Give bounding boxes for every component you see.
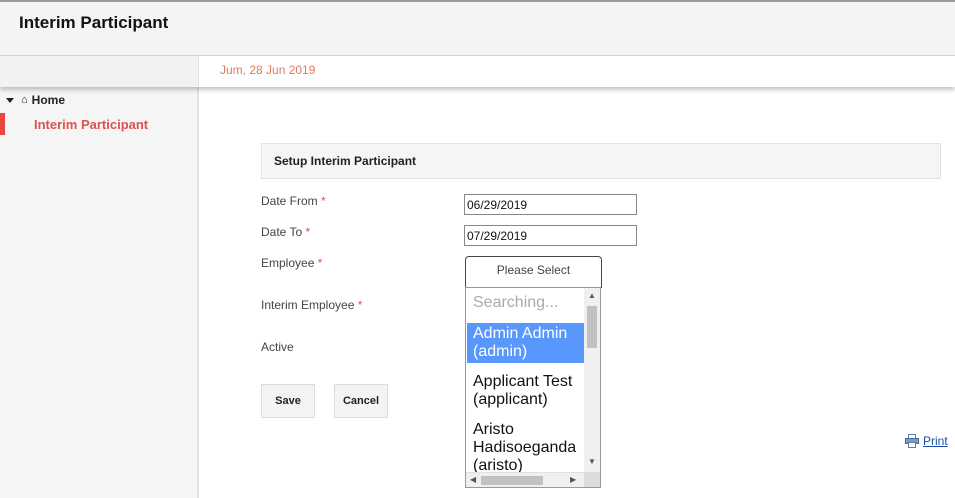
date-from-label: Date From * [261, 194, 326, 208]
date-from-input[interactable] [464, 194, 637, 215]
scrollbar-corner [584, 472, 600, 487]
dropdown-option[interactable]: Admin Admin (admin) [467, 323, 584, 363]
horizontal-scrollbar[interactable]: ◀ ▶ [466, 472, 584, 487]
date-bar-sidebar-segment [0, 56, 199, 87]
section-title: Setup Interim Participant [274, 154, 417, 168]
option-name-cont: Hadisoeganda [473, 439, 577, 456]
active-indicator [0, 113, 5, 135]
scroll-right-icon[interactable]: ▶ [570, 475, 576, 484]
vertical-scrollbar[interactable]: ▲ ▼ [584, 288, 600, 472]
print-label[interactable]: Print [923, 434, 948, 448]
employee-label-text: Employee [261, 256, 315, 270]
date-to-label-text: Date To [261, 225, 303, 239]
print-link[interactable]: Print [905, 434, 948, 448]
required-mark: * [321, 194, 326, 208]
interim-employee-label-text: Interim Employee [261, 298, 355, 312]
horizontal-scroll-thumb[interactable] [481, 476, 543, 485]
scroll-up-icon[interactable]: ▲ [588, 291, 596, 300]
employee-dropdown-list[interactable]: Searching... Admin Admin (admin) Applica… [465, 287, 601, 488]
active-label: Active [261, 340, 294, 354]
vertical-scroll-thumb[interactable] [587, 306, 597, 348]
cancel-button[interactable]: Cancel [334, 384, 388, 418]
date-bar: Jum, 28 Jun 2019 [0, 56, 955, 87]
interim-employee-label: Interim Employee * [261, 298, 362, 312]
employee-select[interactable]: Please Select [465, 256, 602, 288]
page-title: Interim Participant [19, 13, 169, 32]
required-mark: * [317, 256, 323, 270]
caret-down-icon[interactable] [6, 97, 14, 103]
dropdown-option[interactable]: Aristo Hadisoeganda (aristo) [467, 419, 584, 477]
option-username: (applicant) [473, 391, 548, 408]
top-header-bar: Interim Participant [0, 0, 955, 56]
option-username: (admin) [473, 343, 528, 360]
required-mark: * [305, 225, 311, 239]
sidebar: ⌂ Home Interim Participant [0, 87, 199, 498]
date-to-input[interactable] [464, 225, 637, 246]
date-to-label: Date To * [261, 225, 310, 239]
sidebar-item-interim-participant-label: Interim Participant [34, 117, 149, 132]
option-name: Admin Admin [473, 325, 568, 342]
dropdown-search-input[interactable]: Searching... [473, 294, 558, 312]
home-icon: ⌂ [21, 94, 28, 106]
sidebar-item-home-label: Home [31, 93, 65, 107]
required-mark: * [357, 298, 363, 312]
date-from-label-text: Date From [261, 194, 318, 208]
save-button[interactable]: Save [261, 384, 315, 418]
sidebar-item-home[interactable]: ⌂ Home [6, 93, 65, 107]
printer-icon[interactable] [905, 434, 919, 448]
section-header: Setup Interim Participant [261, 143, 941, 179]
scroll-left-icon[interactable]: ◀ [470, 475, 476, 484]
option-name: Aristo [473, 421, 514, 438]
scroll-down-icon[interactable]: ▼ [588, 457, 596, 466]
current-date: Jum, 28 Jun 2019 [220, 63, 316, 77]
employee-label: Employee * [261, 256, 322, 270]
dropdown-option[interactable]: Applicant Test (applicant) [467, 371, 584, 411]
sidebar-item-interim-participant[interactable]: Interim Participant [0, 113, 199, 135]
option-name: Applicant Test [473, 373, 573, 390]
